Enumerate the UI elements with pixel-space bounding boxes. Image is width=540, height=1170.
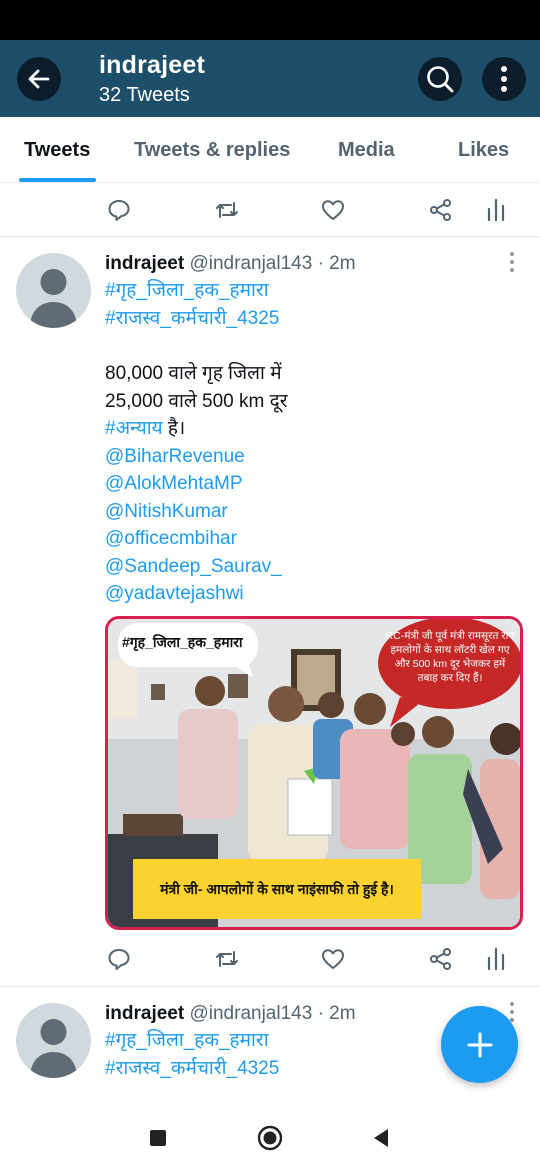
- compose-tweet-button[interactable]: [441, 1006, 518, 1083]
- tweet-header: indrajeet @indranjal143 · 2m: [105, 1003, 356, 1025]
- tab-tweets-replies[interactable]: Tweets & replies: [134, 139, 290, 162]
- more-options-button[interactable]: [482, 57, 526, 101]
- mention-link[interactable]: @NitishKumar: [105, 498, 228, 526]
- hashtag-link[interactable]: #गृह_जिला_हक_हमारा: [105, 277, 269, 305]
- divider: [0, 986, 540, 987]
- profile-header: indrajeet 32 Tweets: [0, 40, 540, 117]
- tweet-text: 25,000 वाले 500 km दूर: [105, 391, 288, 412]
- hashtag-link[interactable]: #राजस्व_कर्मचारी_4325: [105, 1055, 279, 1083]
- tweet-text-line: #अन्याय है।: [105, 415, 185, 443]
- search-icon: [427, 66, 454, 93]
- divider: [0, 236, 540, 237]
- hashtag-link[interactable]: #राजस्व_कर्मचारी_4325: [105, 305, 279, 333]
- tab-likes[interactable]: Likes: [458, 139, 509, 162]
- recent-apps-button[interactable]: [145, 1125, 171, 1151]
- default-avatar-icon: [30, 269, 77, 328]
- author-name[interactable]: indrajeet: [105, 1003, 184, 1024]
- avatar[interactable]: [16, 1003, 91, 1078]
- status-bar: [0, 0, 540, 40]
- share-icon[interactable]: [428, 197, 454, 223]
- back-nav-button[interactable]: [368, 1125, 394, 1151]
- hashtag-link[interactable]: #अन्याय: [105, 418, 163, 439]
- mention-link[interactable]: @officecmbihar: [105, 525, 237, 553]
- image-bubble-text: #गृह_जिला_हक_हमारा: [122, 634, 243, 650]
- reply-icon[interactable]: [106, 946, 132, 972]
- tab-media[interactable]: Media: [338, 139, 395, 162]
- mention-link[interactable]: @yadavtejashwi: [105, 580, 244, 608]
- image-bubble-text: RC-मंत्री जी पूर्व मंत्री रामसूरत राय हम…: [385, 630, 515, 684]
- analytics-icon[interactable]: [483, 197, 509, 223]
- home-circle-icon: [257, 1125, 283, 1151]
- tab-tweets[interactable]: Tweets: [24, 139, 90, 162]
- heart-icon[interactable]: [320, 946, 346, 972]
- author-handle-time: @indranjal143 · 2m: [189, 1003, 356, 1024]
- retweet-icon[interactable]: [214, 946, 240, 972]
- profile-tabs: Tweets Tweets & replies Media Likes: [0, 117, 540, 183]
- tweet-actions: [0, 932, 540, 986]
- square-icon: [150, 1130, 166, 1146]
- tweet-header: indrajeet @indranjal143 · 2m: [105, 253, 356, 275]
- home-button[interactable]: [257, 1125, 283, 1151]
- reply-icon[interactable]: [106, 197, 132, 223]
- system-navigation-bar: [0, 1105, 540, 1170]
- tweet-text: 80,000 वाले गृह जिला में: [105, 363, 282, 384]
- default-avatar-icon: [30, 1019, 77, 1078]
- tweet-actions: [0, 183, 540, 237]
- search-button[interactable]: [418, 57, 462, 101]
- tweet-media-image[interactable]: #गृह_जिला_हक_हमारा RC-मंत्री जी पूर्व मं…: [105, 616, 523, 930]
- tweet-text: है।: [162, 418, 186, 439]
- arrow-left-icon: [28, 69, 50, 89]
- author-name[interactable]: indrajeet: [105, 253, 184, 274]
- avatar[interactable]: [16, 253, 91, 328]
- tweet-menu-icon[interactable]: [505, 251, 519, 273]
- more-vertical-icon: [501, 66, 507, 92]
- heart-icon[interactable]: [320, 197, 346, 223]
- retweet-icon[interactable]: [214, 197, 240, 223]
- mention-link[interactable]: @AlokMehtaMP: [105, 470, 243, 498]
- tweet-count: 32 Tweets: [99, 84, 190, 106]
- back-button[interactable]: [17, 57, 61, 101]
- author-handle-time: @indranjal143 · 2m: [189, 253, 356, 274]
- mention-link[interactable]: @Sandeep_Saurav_: [105, 553, 282, 581]
- mention-link[interactable]: @BiharRevenue: [105, 443, 245, 471]
- share-icon[interactable]: [428, 946, 454, 972]
- image-caption: मंत्री जी- आपलोगों के साथ नाइंसाफी तो हु…: [160, 880, 394, 897]
- analytics-icon[interactable]: [483, 946, 509, 972]
- plus-icon: [467, 1032, 492, 1057]
- active-tab-indicator: [19, 178, 96, 182]
- triangle-back-icon: [374, 1129, 388, 1147]
- profile-name: indrajeet: [99, 51, 205, 79]
- hashtag-link[interactable]: #गृह_जिला_हक_हमारा: [105, 1027, 269, 1055]
